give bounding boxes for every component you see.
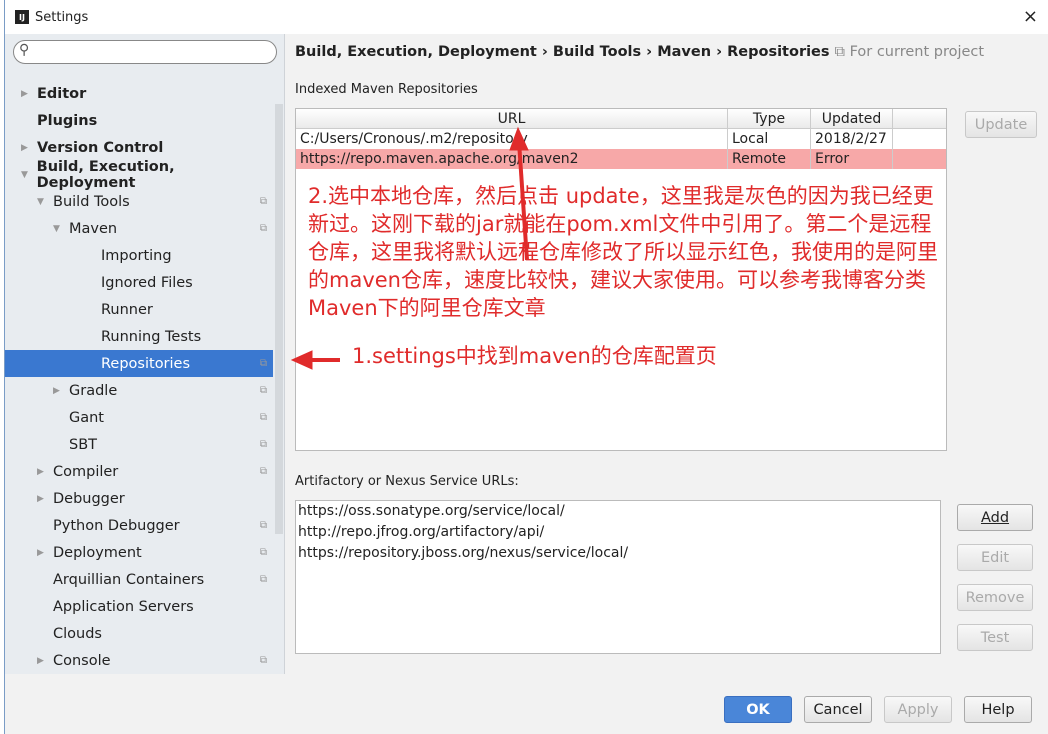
arrow-to-local-repo — [509, 126, 529, 261]
annotation-arrows — [290, 126, 529, 370]
arrow-to-repositories — [290, 350, 340, 370]
